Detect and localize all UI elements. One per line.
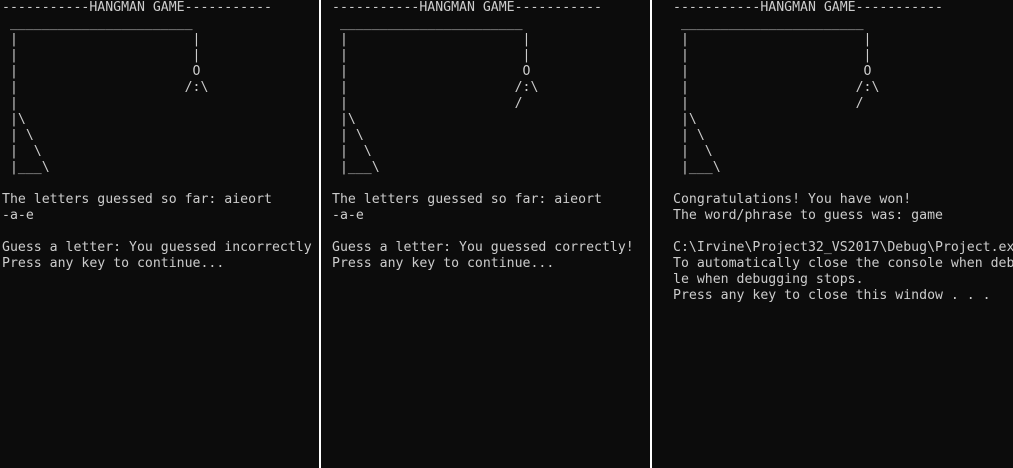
console-line: | \: [2, 128, 34, 143]
console-line: The word/phrase to guess was: game: [673, 208, 943, 223]
console-line: | /:\: [332, 80, 539, 95]
console-line: | O: [673, 64, 872, 79]
console-window-won[interactable]: -----------HANGMAN GAME----------- _____…: [652, 0, 1013, 468]
console-line: |\: [2, 112, 26, 127]
console-line: _______________________: [2, 16, 193, 31]
console-line: | \: [673, 128, 705, 143]
console-line: |: [2, 96, 18, 111]
console-line: | O: [332, 64, 531, 79]
console-line: _______________________: [673, 16, 864, 31]
console-line: |\: [332, 112, 356, 127]
screenshot-stage: -----------HANGMAN GAME----------- _____…: [0, 0, 1013, 468]
console-output: -----------HANGMAN GAME----------- _____…: [0, 0, 319, 272]
console-line: -a-e: [332, 208, 364, 223]
console-line: Guess a letter: You guessed correctly!: [332, 240, 634, 255]
console-line: | |: [2, 32, 201, 47]
console-line: | \: [332, 128, 364, 143]
console-line: | /:\: [673, 80, 880, 95]
console-line: To automatically close the console when …: [673, 256, 1013, 271]
console-line: | \: [673, 144, 713, 159]
console-line: C:\Irvine\Project32_VS2017\Debug\Project…: [673, 240, 1013, 255]
console-line: -----------HANGMAN GAME-----------: [2, 0, 272, 15]
console-window-incorrect[interactable]: -----------HANGMAN GAME----------- _____…: [0, 0, 319, 468]
console-line: |\: [673, 112, 697, 127]
console-line: -a-e: [2, 208, 34, 223]
console-line: | |: [332, 48, 531, 63]
console-line: Press any key to continue...: [332, 256, 555, 271]
console-line: -----------HANGMAN GAME-----------: [673, 0, 943, 15]
console-line: | /: [673, 96, 864, 111]
console-line: | |: [673, 32, 872, 47]
console-line: |___\: [2, 160, 50, 175]
console-line: Guess a letter: You guessed incorrectly: [2, 240, 312, 255]
console-line: Congratulations! You have won!: [673, 192, 912, 207]
console-line: | |: [2, 48, 201, 63]
console-line: Press any key to continue...: [2, 256, 225, 271]
console-line: | \: [2, 144, 42, 159]
console-output: -----------HANGMAN GAME----------- _____…: [321, 0, 650, 272]
console-window-correct[interactable]: -----------HANGMAN GAME----------- _____…: [321, 0, 650, 468]
console-line: -----------HANGMAN GAME-----------: [332, 0, 602, 15]
console-line: The letters guessed so far: aieort: [2, 192, 272, 207]
console-line: | |: [673, 48, 872, 63]
console-output: -----------HANGMAN GAME----------- _____…: [652, 0, 1013, 304]
console-line: |___\: [332, 160, 380, 175]
console-line: The letters guessed so far: aieort: [332, 192, 602, 207]
console-line: |___\: [673, 160, 721, 175]
console-line: le when debugging stops.: [673, 272, 864, 287]
console-line: | /: [332, 96, 523, 111]
console-line: Press any key to close this window . . .: [673, 288, 991, 303]
console-line: | /:\: [2, 80, 209, 95]
console-line: | \: [332, 144, 372, 159]
console-line: | O: [2, 64, 201, 79]
console-line: | |: [332, 32, 531, 47]
console-line: _______________________: [332, 16, 523, 31]
